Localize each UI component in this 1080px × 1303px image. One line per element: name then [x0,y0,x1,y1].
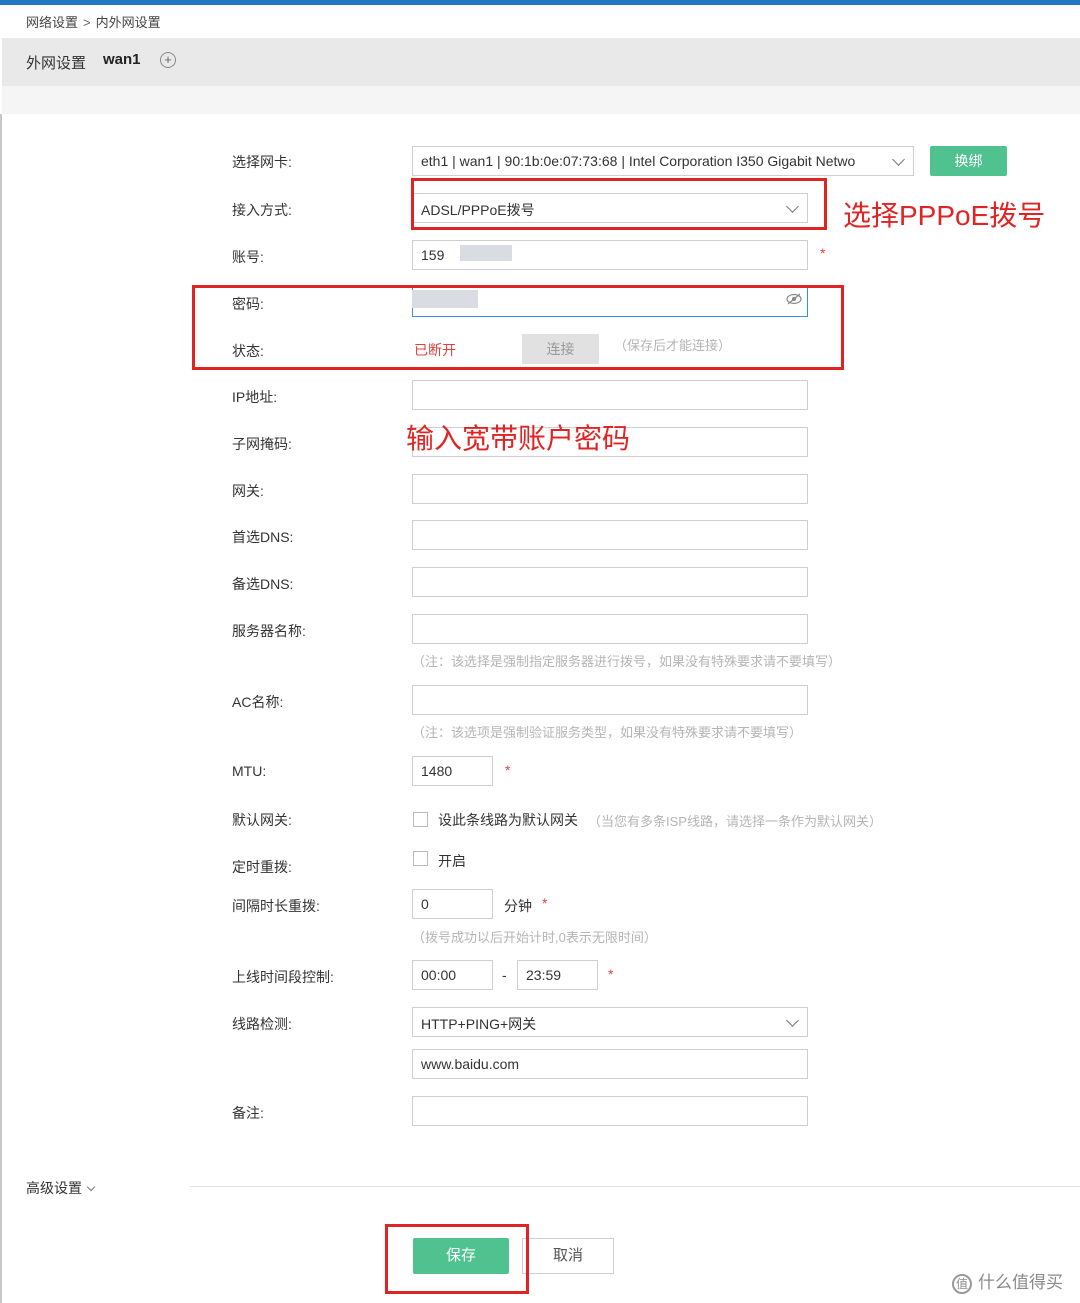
line-check-select[interactable]: HTTP+PING+网关 [412,1007,808,1037]
ac-name-input[interactable] [412,685,808,715]
line-check-url-input[interactable]: www.baidu.com [412,1049,808,1079]
watermark-logo-icon: 值 [952,1273,972,1294]
timed-redial-checkbox-label: 开启 [438,853,466,869]
subheader-band [2,86,1080,114]
default-gateway-label: 默认网关: [232,812,292,828]
rebind-button[interactable]: 换绑 [930,146,1007,176]
line-check-value: HTTP+PING+网关 [421,1016,537,1032]
default-gateway-checkbox-label: 设此条线路为默认网关 [438,812,578,828]
annotation-box-access-mode [411,178,827,230]
server-name-input[interactable] [412,614,808,644]
access-mode-label: 接入方式: [232,202,292,218]
online-start-input[interactable]: 00:00 [412,960,493,990]
required-marker: * [542,895,548,911]
default-gateway-hint: （当您有多条ISP线路，请选择一条作为默认网关） [588,814,882,829]
timed-redial-checkbox[interactable] [413,851,428,866]
line-check-url-value: www.baidu.com [421,1056,520,1072]
mask-label: 子网掩码: [232,436,292,452]
server-name-hint: （注：该选择是强制指定服务器进行拨号，如果没有特殊要求请不要填写） [412,654,842,669]
interval-unit: 分钟 [504,898,532,914]
line-check-label: 线路检测: [232,1016,292,1032]
online-start-value: 00:00 [421,967,457,983]
interval-redial-input[interactable]: 0 [412,889,493,919]
default-gateway-checkbox[interactable] [413,812,428,827]
nic-select-value: eth1 | wan1 | 90:1b:0e:07:73:68 | Intel … [421,153,856,169]
mtu-label: MTU: [232,763,267,779]
time-range-dash: - [502,967,507,983]
nic-select[interactable]: eth1 | wan1 | 90:1b:0e:07:73:68 | Intel … [412,146,914,176]
dns1-label: 首选DNS: [232,529,294,545]
page-header: 外网设置 wan1 + [2,38,1080,86]
ac-name-label: AC名称: [232,694,284,710]
breadcrumb: 网络设置 > 内外网设置 [26,12,161,31]
watermark: 值什么值得买 [952,1268,1063,1294]
interval-redial-hint: （拨号成功以后开始计时,0表示无限时间） [412,930,657,945]
page-title: 外网设置 [26,55,87,72]
top-accent-bar [0,0,1080,5]
annotation-select-pppoe: 选择PPPoE拨号 [843,200,1046,231]
advanced-settings-toggle[interactable]: 高级设置 [26,1178,96,1198]
breadcrumb-network-settings[interactable]: 网络设置 [26,15,78,30]
mtu-value: 1480 [421,763,453,779]
section-divider [190,1186,1080,1187]
advanced-settings-label: 高级设置 [26,1180,82,1196]
nic-label: 选择网卡: [232,154,292,170]
timed-redial-label: 定时重拨: [232,859,292,875]
required-marker: * [505,762,511,778]
gateway-label: 网关: [232,483,264,499]
gateway-input[interactable] [412,474,808,504]
watermark-text: 什么值得买 [978,1273,1063,1292]
breadcrumb-lan-wan-settings[interactable]: 内外网设置 [96,15,161,30]
account-label: 账号: [232,249,264,265]
account-value: 159 [421,247,445,263]
ip-input[interactable] [412,380,808,410]
dns1-input[interactable] [412,520,808,550]
required-marker: * [608,966,614,982]
mtu-input[interactable]: 1480 [412,756,493,786]
cancel-button[interactable]: 取消 [522,1238,614,1274]
account-redaction [460,245,512,261]
remark-label: 备注: [232,1105,264,1121]
required-marker: * [820,245,826,261]
interval-redial-value: 0 [421,896,429,912]
chevron-down-icon [86,1182,96,1192]
chevron-down-icon [786,1014,799,1027]
chevron-down-icon [892,153,905,166]
server-name-label: 服务器名称: [232,623,306,639]
ip-label: IP地址: [232,389,278,405]
left-edge-line [0,114,2,1303]
interface-tab-wan1[interactable]: wan1 [103,51,141,68]
annotation-box-save [385,1224,529,1294]
remark-input[interactable] [412,1096,808,1126]
ac-name-hint: （注：该选项是强制验证服务类型，如果没有特殊要求请不要填写） [412,725,803,740]
online-end-input[interactable]: 23:59 [517,960,598,990]
online-time-label: 上线时间段控制: [232,969,334,985]
plus-circle-icon[interactable]: + [160,52,176,68]
annotation-enter-password: 输入宽带账户密码 [406,423,631,454]
online-end-value: 23:59 [526,967,562,983]
dns2-input[interactable] [412,567,808,597]
annotation-box-password-status [192,285,844,370]
interval-redial-label: 间隔时长重拨: [232,898,320,914]
dns2-label: 备选DNS: [232,576,294,592]
breadcrumb-separator: > [83,15,91,30]
